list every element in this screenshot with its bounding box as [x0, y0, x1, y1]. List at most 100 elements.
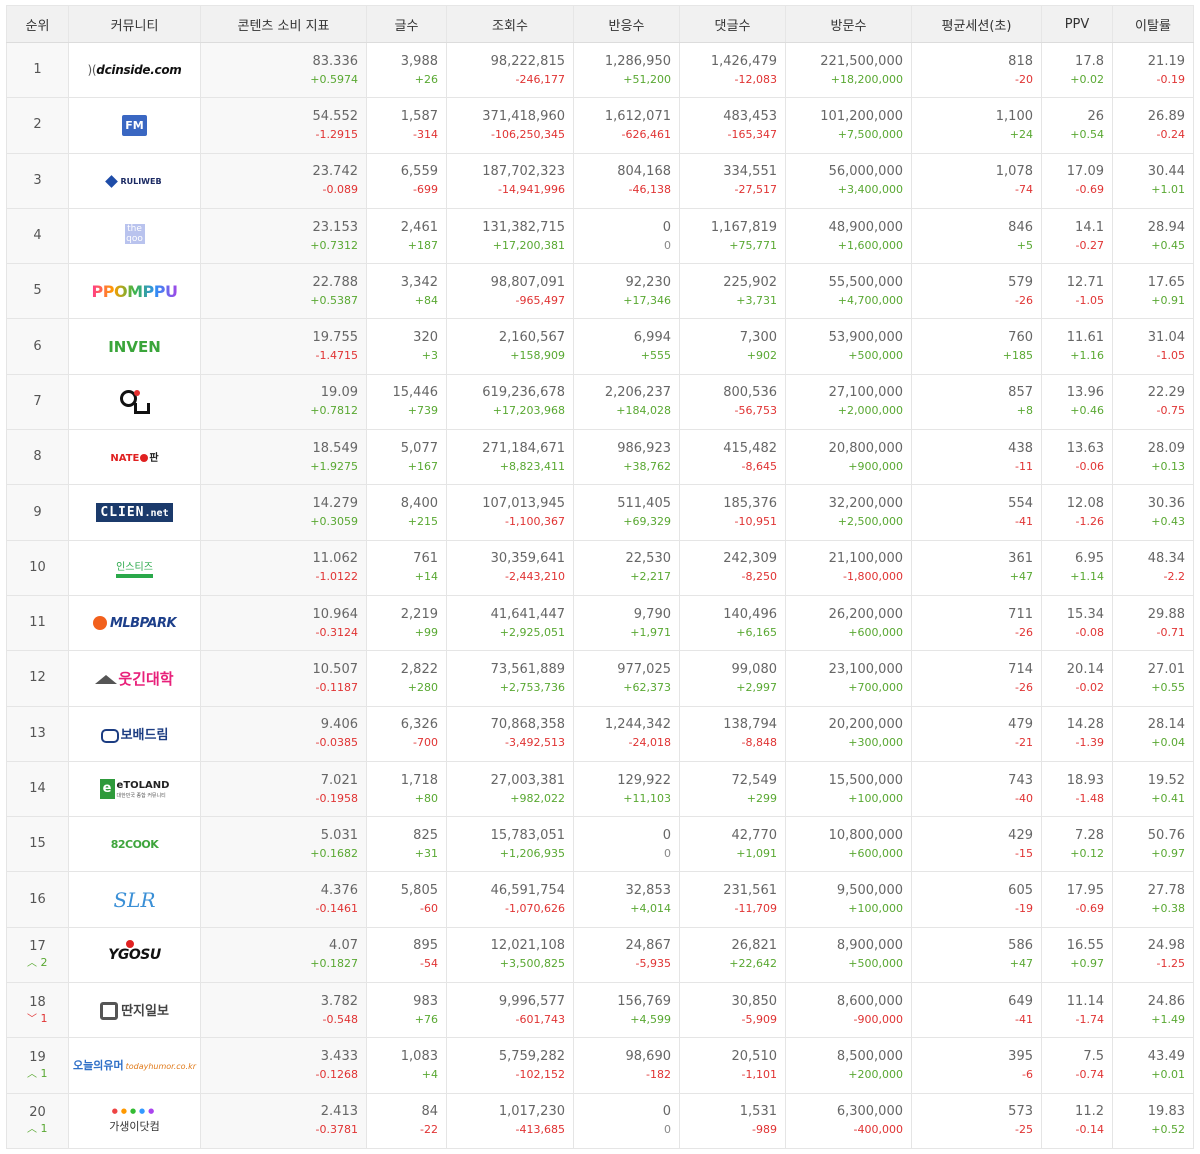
community-logo-cell[interactable]: e eTOLAND 대한민국 종합 커뮤니티	[68, 760, 201, 818]
comments-cell: 140,496 +6,165	[679, 594, 786, 652]
slr-logo[interactable]: SLR	[113, 888, 155, 912]
column-header-views[interactable]: 조회수	[446, 5, 574, 43]
community-logo-cell[interactable]: PPOMPPU	[68, 263, 201, 320]
community-logo-cell[interactable]: 보배드림	[68, 705, 201, 762]
community-logo-cell[interactable]: INVEN	[68, 318, 201, 375]
community-logo-cell[interactable]: 웃긴대학	[68, 650, 201, 707]
bounce-rate-change: -1.05	[1156, 349, 1185, 363]
chevron-up-icon: ︿	[27, 1124, 37, 1136]
rank-cell: 5	[6, 263, 69, 320]
community-logo-cell[interactable]	[68, 373, 201, 431]
community-logo-cell[interactable]: SLR	[68, 871, 201, 928]
visits-cell: 221,500,000 +18,200,000	[785, 41, 912, 99]
gasengi-logo[interactable]: ●●●●● 가생이닷컴	[109, 1107, 160, 1134]
posts-change: -60	[420, 902, 438, 916]
column-header-comments[interactable]: 댓글수	[679, 5, 786, 43]
table-row[interactable]: 1)(dcinside.com 83.336 +0.5974 3,988 +26…	[6, 41, 1194, 99]
ddanzi-logo[interactable]: 딴지일보	[100, 1000, 169, 1021]
bounce-rate-change: -2.2	[1163, 570, 1185, 584]
table-row[interactable]: 16 SLR 4.376 -0.1461 5,805 -60 46,591,754…	[6, 871, 1194, 928]
table-row[interactable]: 12 웃긴대학 10.507 -0.1187 2,822 +280 73,561,…	[6, 650, 1194, 707]
community-logo-cell[interactable]: )(dcinside.com	[68, 41, 201, 99]
column-header-reactions[interactable]: 반응수	[573, 5, 680, 43]
table-row[interactable]: 3 RULIWEB 23.742 -0.089 6,559 -699 187,70…	[6, 152, 1194, 209]
humoruniv-logo[interactable]: 웃긴대학	[95, 668, 174, 689]
reactions-value: 511,405	[617, 496, 671, 512]
table-row[interactable]: 2 FM 54.552 -1.2915 1,587 -314 371,418,96…	[6, 97, 1194, 154]
community-logo-cell[interactable]: MLBPARK	[68, 594, 201, 652]
table-row[interactable]: 4 theqoo 23.153 +0.7312 2,461 +187 131,38…	[6, 207, 1194, 265]
community-logo-cell[interactable]: theqoo	[68, 207, 201, 265]
content-metric-value: 2.413	[320, 1104, 358, 1120]
ppomppu-logo[interactable]: PPOMPPU	[92, 282, 178, 301]
table-row[interactable]: 13 보배드림 9.406 -0.0385 6,326 -700 70,868,3…	[6, 705, 1194, 762]
table-row[interactable]: 14 e eTOLAND 대한민국 종합 커뮤니티 7.021 -0.1958 1,7…	[6, 760, 1194, 818]
avg-session-change: +8	[1016, 404, 1033, 418]
table-row[interactable]: 5 PPOMPPU 22.788 +0.5387 3,342 +84 98,807…	[6, 263, 1194, 320]
table-row[interactable]: 8 NATE 판 18.549 +1.9275 5,077 +167 271,184…	[6, 429, 1194, 486]
natepann-logo[interactable]: NATE 판	[110, 449, 158, 464]
avg-session-value: 395	[1008, 1048, 1033, 1064]
column-header-community[interactable]: 커뮤니티	[68, 5, 201, 43]
column-header-avg-session[interactable]: 평균세션(초)	[911, 5, 1042, 43]
posts-value: 6,326	[400, 717, 438, 733]
column-header-content-metric[interactable]: 콘텐츠 소비 지표	[200, 5, 367, 43]
community-logo-cell[interactable]: YGOSU	[68, 926, 201, 984]
community-logo-cell[interactable]: NATE 판	[68, 429, 201, 486]
todayhumor-logo[interactable]: 오늘의유머 todayhumor.co.kr	[73, 1057, 196, 1073]
reactions-cell: 804,168 -46,138	[573, 152, 680, 209]
column-header-posts[interactable]: 글수	[366, 5, 447, 43]
table-row[interactable]: 17 ︿ 2 YGOSU 4.07 +0.1827 895 -54 12,021,1…	[6, 926, 1194, 984]
ygosu-logo[interactable]: YGOSU	[108, 939, 161, 963]
posts-value: 6,559	[400, 164, 438, 180]
ppv-value: 11.61	[1066, 330, 1104, 346]
table-row[interactable]: 15 82COOK 5.031 +0.1682 825 +31 15,783,05…	[6, 816, 1194, 873]
82cook-logo[interactable]: 82COOK	[111, 838, 159, 851]
table-row[interactable]: 19 ︿ 1 오늘의유머 todayhumor.co.kr 3.433 -0.1268…	[6, 1037, 1194, 1094]
instiz-logo[interactable]: 인스티즈	[116, 558, 153, 578]
content-metric-change: +0.3059	[310, 515, 358, 529]
table-header-row: 순위 커뮤니티 콘텐츠 소비 지표 글수 조회수 반응수 댓글수 방문수 평균세…	[6, 5, 1194, 43]
ppv-value: 17.95	[1066, 883, 1104, 899]
table-row[interactable]: 18 ﹀ 1 딴지일보 3.782 -0.548 983 +76 9,996,577…	[6, 982, 1194, 1039]
community-logo-cell[interactable]: 딴지일보	[68, 982, 201, 1039]
rank-number: 15	[29, 836, 46, 852]
community-logo-cell[interactable]: 오늘의유머 todayhumor.co.kr	[68, 1037, 201, 1094]
table-row[interactable]: 11 MLBPARK 10.964 -0.3124 2,219 +99 41,64…	[6, 594, 1194, 652]
fmkorea-logo[interactable]: FM	[122, 114, 147, 136]
ppv-change: -1.48	[1075, 791, 1104, 805]
content-metric-cell: 3.433 -0.1268	[200, 1037, 367, 1094]
community-logo-cell[interactable]: CLIEN.net	[68, 484, 201, 541]
bobaedream-logo[interactable]: 보배드림	[100, 724, 168, 743]
community-logo-cell[interactable]: 82COOK	[68, 816, 201, 873]
ruliweb-logo[interactable]: RULIWEB	[105, 175, 162, 189]
table-row[interactable]: 6 INVEN 19.755 -1.4715 320 +3 2,160,567 +…	[6, 318, 1194, 375]
dcinside-logo[interactable]: )(dcinside.com	[88, 63, 182, 77]
table-row[interactable]: 9 CLIEN.net 14.279 +0.3059 8,400 +215 107…	[6, 484, 1194, 541]
inven-logo[interactable]: INVEN	[108, 338, 161, 356]
ppv-change: +0.46	[1070, 404, 1104, 418]
clien-logo[interactable]: CLIEN.net	[96, 503, 173, 523]
community-logo-cell[interactable]: FM	[68, 97, 201, 154]
community-logo-cell[interactable]: RULIWEB	[68, 152, 201, 209]
theqoo-logo[interactable]: theqoo	[124, 224, 145, 245]
table-row[interactable]: 7 19.09 +0.7812 15,446 +739 619,236,678 …	[6, 373, 1194, 431]
bounce-rate-cell: 30.44 +1.01	[1112, 152, 1194, 209]
avg-session-cell: 1,100 +24	[911, 97, 1042, 154]
content-metric-cell: 14.279 +0.3059	[200, 484, 367, 541]
etoland-logo[interactable]: e eTOLAND 대한민국 종합 커뮤니티	[99, 779, 169, 799]
table-row[interactable]: 20 ︿ 1 ●●●●● 가생이닷컴 2.413 -0.3781 84 -22 1,0…	[6, 1092, 1194, 1149]
comments-change: -8,250	[741, 570, 777, 584]
reactions-value: 156,769	[617, 993, 671, 1009]
ou-logo[interactable]	[119, 389, 150, 414]
mlbpark-logo[interactable]: MLBPARK	[92, 616, 177, 631]
column-header-bounce-rate[interactable]: 이탈률	[1112, 5, 1194, 43]
community-logo-cell[interactable]: ●●●●● 가생이닷컴	[68, 1092, 201, 1149]
table-row[interactable]: 10 인스티즈 11.062 -1.0122 761 +14 30,359,641…	[6, 539, 1194, 596]
column-header-ppv[interactable]: PPV	[1041, 5, 1113, 43]
comments-value: 138,794	[723, 717, 777, 733]
community-logo-cell[interactable]: 인스티즈	[68, 539, 201, 596]
column-header-visits[interactable]: 방문수	[785, 5, 912, 43]
content-metric-change: -0.1268	[315, 1067, 358, 1081]
column-header-rank[interactable]: 순위	[6, 5, 69, 43]
